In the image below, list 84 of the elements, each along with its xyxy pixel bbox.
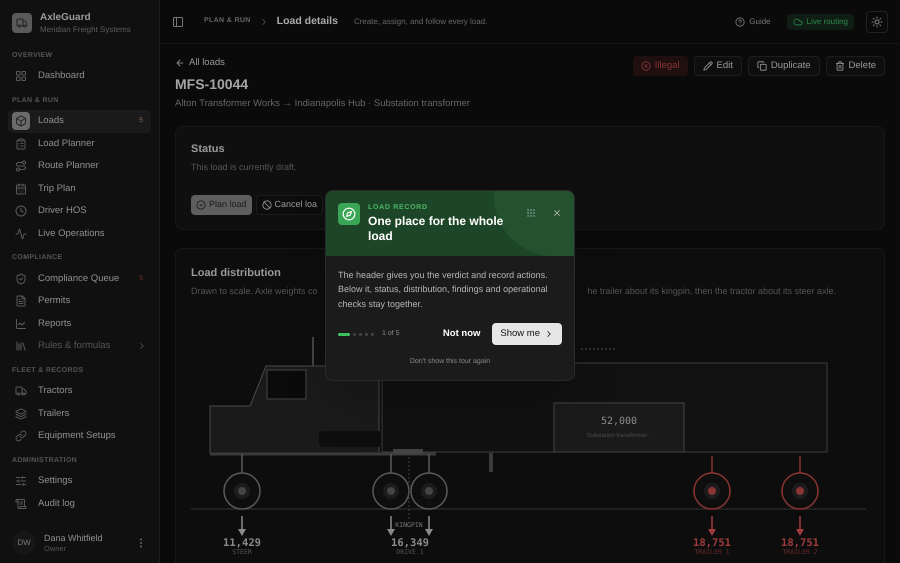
scroll-icon (15, 498, 27, 510)
card-title: Load distribution (191, 266, 281, 280)
action-button[interactable]: Edit (694, 56, 742, 76)
x-circle-icon (640, 61, 651, 71)
cargo-weight: 52,000 (600, 416, 638, 426)
nav-item[interactable]: Audit log (8, 492, 151, 515)
box-icon (15, 115, 27, 128)
load-route: Alton Transformer Works → Indianapolis Hub · Substation transformer (175, 97, 470, 112)
nav-item[interactable]: Dashboard (8, 65, 151, 88)
route-icon (15, 160, 27, 172)
nav-item[interactable]: Trip Plan (8, 178, 151, 200)
nav-item[interactable]: Reports (8, 312, 151, 335)
sun-icon (871, 16, 883, 28)
wheel-drawing (223, 454, 261, 510)
tour-title: One place for the whole load (368, 214, 504, 244)
nav-item[interactable]: Live Operations (8, 222, 151, 245)
ban-icon (262, 200, 272, 210)
pulse-icon (15, 228, 27, 240)
user-avatar: DW (12, 531, 36, 555)
page-title: Load details (276, 14, 338, 29)
theme-toggle-button[interactable] (866, 10, 888, 32)
logo-icon (12, 13, 32, 34)
action-button[interactable]: Duplicate (748, 56, 820, 76)
pencil-icon (702, 61, 713, 71)
trash-icon (834, 61, 845, 71)
brand-name: AxleGuard (40, 12, 92, 24)
verdict-badge: Illegal (632, 56, 688, 76)
nav-item[interactable]: Route Planner (8, 155, 151, 178)
grid-icon (15, 70, 27, 82)
guide-button[interactable]: Guide (735, 16, 771, 28)
truck-icon (15, 385, 27, 398)
back-link[interactable]: All loads (175, 56, 470, 70)
sidebar-toggle-icon[interactable] (172, 16, 184, 28)
wheel-drawing (781, 456, 819, 510)
load-arrow (238, 516, 246, 536)
shield-icon (15, 272, 27, 285)
not-now-button[interactable]: Not now (434, 323, 488, 346)
landing-gear (489, 452, 493, 472)
copy-icon (756, 61, 767, 71)
load-arrow (796, 516, 804, 536)
compass-icon (338, 203, 360, 225)
action-button[interactable]: Delete (826, 56, 885, 76)
load-id: MFS-10044 (175, 75, 250, 94)
sliders-icon (15, 475, 27, 488)
help-icon (735, 16, 746, 26)
load-arrow (425, 516, 433, 536)
calendar-icon (15, 182, 27, 195)
clipboard-icon (15, 138, 27, 150)
user-name: Dana Whitfield (44, 532, 104, 544)
tour-body: The header gives you the verdict and record actions. Below it, status, distribution, findings and operational checks stay together. (338, 268, 549, 311)
axle-weight: 11,429 (223, 536, 261, 548)
nav-item[interactable]: Equipment Setups (8, 425, 151, 448)
close-icon[interactable] (552, 207, 562, 219)
chart-icon (15, 318, 27, 330)
card-title: Status (191, 142, 226, 156)
show-me-button[interactable]: Show me (492, 323, 562, 346)
books-icon (15, 340, 27, 352)
nav-item[interactable]: Permits (8, 290, 151, 312)
load-arrow (708, 516, 716, 536)
page-subtitle: Create, assign, and follow every load. (354, 16, 488, 28)
clock-icon (15, 205, 27, 218)
organization-name: Meridian Freight Systems (40, 24, 131, 34)
nav-item[interactable]: Settings (8, 470, 151, 492)
nav-item[interactable]: Load Planner (8, 132, 151, 155)
nav-item[interactable]: Tractors (8, 380, 151, 402)
status-action-button[interactable]: Cancel loa (256, 194, 324, 214)
live-routing-badge: Live routing (786, 14, 854, 30)
distribution-description: he trailer about its kingpin, then the tractor about its steer axle. (587, 285, 836, 298)
link-icon (15, 430, 27, 442)
check-circle-icon (196, 200, 206, 210)
layers-icon (15, 408, 27, 420)
axle-weight: 18,751 (781, 536, 819, 548)
back-arrow-icon (175, 58, 185, 68)
load-arrow (387, 516, 395, 536)
document-icon (15, 295, 27, 308)
wheel-drawing (693, 456, 731, 510)
axle-weight: 16,349 (391, 536, 429, 548)
nav-item[interactable]: Driver HOS (8, 200, 151, 222)
drag-handle-icon[interactable] (526, 207, 536, 219)
axle-weight: 18,751 (693, 536, 731, 548)
distribution-description: Drawn to scale. Axle weights co (191, 285, 318, 298)
status-text: This load is currently draft. (191, 161, 298, 174)
nav-item[interactable]: Trailers (8, 402, 151, 425)
cloud-icon (792, 16, 803, 26)
